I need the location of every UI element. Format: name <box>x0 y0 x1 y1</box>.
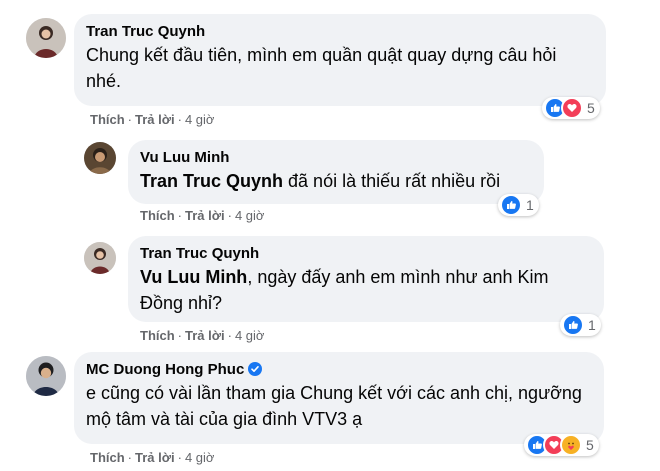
comment-author[interactable]: MC Duong Hong Phuc <box>86 361 244 378</box>
reply-action[interactable]: Trả lời <box>185 328 225 343</box>
separator: · <box>227 208 232 223</box>
love-icon <box>561 97 583 119</box>
like-action[interactable]: Thích <box>90 112 125 127</box>
reaction-count: 1 <box>588 317 596 333</box>
reaction-summary[interactable]: 1 <box>498 194 539 216</box>
avatar[interactable] <box>26 18 66 58</box>
reaction-count: 5 <box>587 100 595 116</box>
separator: · <box>177 112 182 127</box>
separator: · <box>127 450 133 465</box>
reply-2: Tran Truc Quynh Vu Luu Minh, ngày đấy an… <box>0 230 660 350</box>
comment-time[interactable]: 4 giờ <box>185 112 215 127</box>
comment-text: Tran Truc Quynh đã nói là thiếu rất nhiề… <box>140 168 532 194</box>
reply-action[interactable]: Trả lời <box>135 112 175 127</box>
mention-link[interactable]: Vu Luu Minh <box>140 267 247 287</box>
comment-time[interactable]: 4 giờ <box>235 328 265 343</box>
reaction-summary[interactable]: 1 <box>560 314 601 336</box>
comment-text: Vu Luu Minh, ngày đấy anh em mình như an… <box>140 264 592 316</box>
comment-text: e cũng có vài lần tham gia Chung kết với… <box>86 383 582 429</box>
comment-bubble: Vu Luu Minh Tran Truc Quynh đã nói là th… <box>128 140 544 204</box>
comment-1: Tran Truc Quynh Chung kết đầu tiên, mình… <box>0 0 660 130</box>
comment-bubble: Tran Truc Quynh Chung kết đầu tiên, mình… <box>74 14 606 106</box>
comment-text: Chung kết đầu tiên, mình em quần quật qu… <box>86 45 557 91</box>
comment-author[interactable]: Tran Truc Quynh <box>86 23 205 40</box>
comment-bubble: MC Duong Hong Phuc e cũng có vài lần tha… <box>74 352 604 444</box>
reply-action[interactable]: Trả lời <box>135 450 175 465</box>
comment-actions: Thích · Trả lời · 4 giờ <box>90 450 214 466</box>
like-action[interactable]: Thích <box>140 208 175 223</box>
reaction-count: 5 <box>586 437 594 453</box>
separator: · <box>227 328 232 343</box>
reply-action[interactable]: Trả lời <box>185 208 225 223</box>
separator: · <box>177 328 183 343</box>
reaction-summary[interactable]: 5 <box>542 97 600 119</box>
separator: · <box>127 112 133 127</box>
comment-actions: Thích · Trả lời · 4 giờ <box>140 328 264 344</box>
separator: · <box>177 208 183 223</box>
like-action[interactable]: Thích <box>140 328 175 343</box>
comment-actions: Thích · Trả lời · 4 giờ <box>90 112 214 128</box>
comment-bubble: Tran Truc Quynh Vu Luu Minh, ngày đấy an… <box>128 236 604 322</box>
comment-author[interactable]: Vu Luu Minh <box>140 149 229 166</box>
care-icon <box>560 434 582 456</box>
reply-1: Vu Luu Minh Tran Truc Quynh đã nói là th… <box>0 130 660 230</box>
verified-badge-icon <box>248 362 263 376</box>
author-line: MC Duong Hong Phuc <box>86 360 592 380</box>
reaction-summary[interactable]: 5 <box>524 434 599 456</box>
separator: · <box>177 450 182 465</box>
comment-time[interactable]: 4 giờ <box>235 208 265 223</box>
avatar[interactable] <box>84 142 116 174</box>
avatar[interactable] <box>84 242 116 274</box>
like-action[interactable]: Thích <box>90 450 125 465</box>
comment-time[interactable]: 4 giờ <box>185 450 215 465</box>
reaction-count: 1 <box>526 197 534 213</box>
comment-actions: Thích · Trả lời · 4 giờ <box>140 208 264 224</box>
like-icon <box>562 314 584 336</box>
comment-2: MC Duong Hong Phuc e cũng có vài lần tha… <box>0 350 660 471</box>
comment-author[interactable]: Tran Truc Quynh <box>140 245 259 262</box>
avatar[interactable] <box>26 356 66 396</box>
comment-text-rest: đã nói là thiếu rất nhiều rồi <box>283 171 501 191</box>
mention-link[interactable]: Tran Truc Quynh <box>140 171 283 191</box>
like-icon <box>500 194 522 216</box>
